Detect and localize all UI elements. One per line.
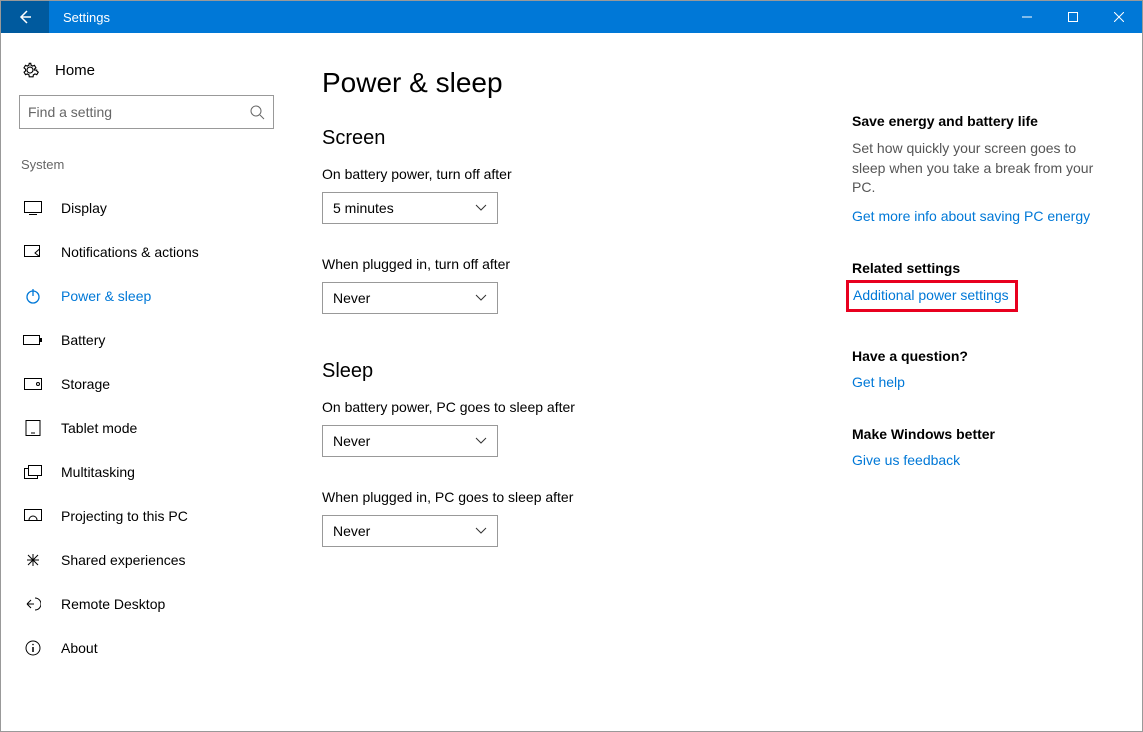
energy-text: Set how quickly your screen goes to slee… (852, 139, 1112, 198)
sidebar-item-battery[interactable]: Battery (19, 318, 274, 362)
select-value: Never (333, 523, 370, 539)
remote-icon (23, 596, 43, 612)
sidebar-item-label: Battery (61, 332, 105, 348)
arrow-left-icon (17, 9, 33, 25)
close-button[interactable] (1096, 1, 1142, 33)
chevron-down-icon (475, 527, 487, 535)
sidebar-item-label: Power & sleep (61, 288, 151, 304)
titlebar: Settings (1, 1, 1142, 33)
sidebar-item-multitasking[interactable]: Multitasking (19, 450, 274, 494)
window-title: Settings (49, 10, 1004, 25)
page-title: Power & sleep (322, 67, 792, 99)
related-heading: Related settings (852, 260, 1112, 276)
sidebar-item-label: Remote Desktop (61, 596, 165, 612)
better-heading: Make Windows better (852, 426, 1112, 442)
multitasking-icon (23, 465, 43, 479)
battery-icon (23, 334, 43, 346)
search-field[interactable] (28, 104, 249, 120)
sidebar-item-label: Projecting to this PC (61, 508, 188, 524)
sidebar-item-shared[interactable]: Shared experiences (19, 538, 274, 582)
aside: Save energy and battery life Set how qui… (852, 67, 1112, 731)
power-icon (23, 288, 43, 304)
storage-icon (23, 378, 43, 390)
screen-plugged-select[interactable]: Never (322, 282, 498, 314)
display-icon (23, 201, 43, 215)
sidebar-item-remote[interactable]: Remote Desktop (19, 582, 274, 626)
select-value: Never (333, 433, 370, 449)
minimize-icon (1022, 12, 1032, 22)
sidebar-item-label: Shared experiences (61, 552, 186, 568)
close-icon (1114, 12, 1124, 22)
sleep-heading: Sleep (322, 360, 792, 383)
chevron-down-icon (475, 204, 487, 212)
gear-icon (21, 61, 39, 79)
sleep-battery-select[interactable]: Never (322, 425, 498, 457)
select-value: Never (333, 290, 370, 306)
sidebar-item-projecting[interactable]: Projecting to this PC (19, 494, 274, 538)
sidebar-item-label: About (61, 640, 98, 656)
screen-heading: Screen (322, 127, 792, 150)
additional-power-link[interactable]: Additional power settings (853, 287, 1009, 303)
shared-icon (23, 552, 43, 568)
projecting-icon (23, 509, 43, 523)
screen-plugged-label: When plugged in, turn off after (322, 256, 792, 272)
group-label: System (21, 157, 274, 172)
sidebar-item-storage[interactable]: Storage (19, 362, 274, 406)
maximize-button[interactable] (1050, 1, 1096, 33)
sidebar-item-display[interactable]: Display (19, 186, 274, 230)
sidebar-item-label: Storage (61, 376, 110, 392)
home-button[interactable]: Home (21, 61, 274, 79)
sidebar-item-label: Multitasking (61, 464, 135, 480)
sidebar: Home System Display Notifications & acti… (1, 33, 292, 731)
main-content: Power & sleep Screen On battery power, t… (322, 67, 792, 731)
get-help-link[interactable]: Get help (852, 374, 905, 390)
question-heading: Have a question? (852, 348, 1112, 364)
tablet-icon (23, 420, 43, 436)
energy-heading: Save energy and battery life (852, 113, 1112, 129)
highlight-annotation: Additional power settings (846, 280, 1018, 312)
home-label: Home (55, 62, 95, 79)
sidebar-item-label: Notifications & actions (61, 244, 199, 260)
energy-link[interactable]: Get more info about saving PC energy (852, 208, 1090, 224)
sleep-plugged-label: When plugged in, PC goes to sleep after (322, 489, 792, 505)
maximize-icon (1068, 12, 1078, 22)
search-input[interactable] (19, 95, 274, 129)
screen-battery-label: On battery power, turn off after (322, 166, 792, 182)
sidebar-item-about[interactable]: About (19, 626, 274, 670)
sidebar-item-tablet[interactable]: Tablet mode (19, 406, 274, 450)
sidebar-item-notifications[interactable]: Notifications & actions (19, 230, 274, 274)
sleep-battery-label: On battery power, PC goes to sleep after (322, 399, 792, 415)
sleep-plugged-select[interactable]: Never (322, 515, 498, 547)
about-icon (23, 640, 43, 656)
sidebar-item-label: Display (61, 200, 107, 216)
chevron-down-icon (475, 437, 487, 445)
sidebar-item-label: Tablet mode (61, 420, 137, 436)
search-icon (249, 104, 265, 120)
notifications-icon (23, 245, 43, 259)
sidebar-item-power-sleep[interactable]: Power & sleep (19, 274, 274, 318)
back-button[interactable] (1, 1, 49, 33)
screen-battery-select[interactable]: 5 minutes (322, 192, 498, 224)
chevron-down-icon (475, 294, 487, 302)
select-value: 5 minutes (333, 200, 394, 216)
minimize-button[interactable] (1004, 1, 1050, 33)
feedback-link[interactable]: Give us feedback (852, 452, 960, 468)
